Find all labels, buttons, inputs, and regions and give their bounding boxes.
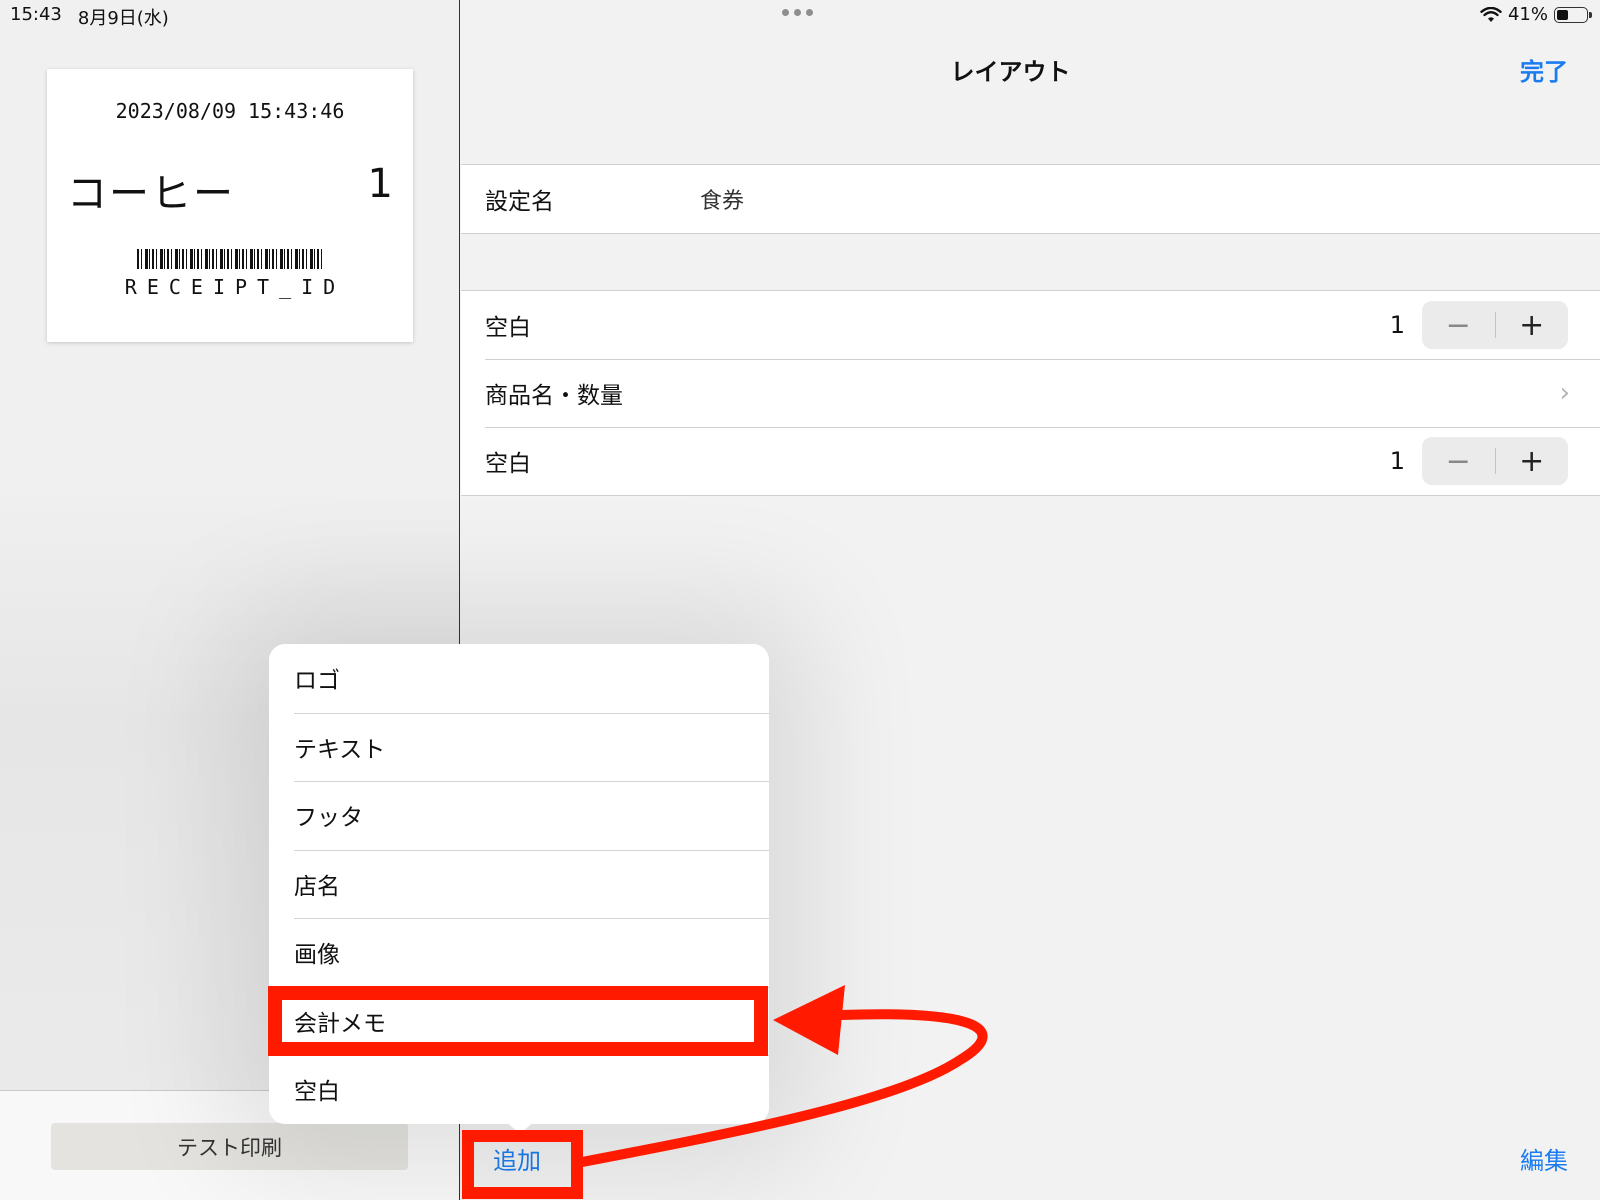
screen: 2023/08/09 15:43:46 コーヒー 1 RECEIPT_ID テス… — [0, 0, 1600, 1200]
menu-item-accounting-memo[interactable]: 会計メモ — [269, 986, 769, 1056]
layout-row-blank-top[interactable]: 空白 1 − + — [461, 291, 1600, 359]
wifi-icon — [1480, 6, 1502, 22]
settings-name-section: 設定名 食券 — [461, 164, 1600, 234]
status-date: 8月9日(水) — [77, 8, 169, 29]
blank-lines-stepper[interactable]: − + — [1422, 437, 1568, 485]
layout-row-label: 空白 — [485, 451, 531, 477]
done-button[interactable]: 完了 — [1520, 52, 1568, 87]
chevron-right-icon: › — [1559, 378, 1570, 408]
barcode-image — [137, 249, 323, 269]
battery-percent: 41% — [1507, 4, 1548, 25]
test-print-button[interactable]: テスト印刷 — [51, 1123, 408, 1170]
layout-row-label: 空白 — [485, 315, 531, 341]
menu-item-blank[interactable]: 空白 — [269, 1055, 769, 1124]
multitasking-dots-icon[interactable] — [782, 9, 813, 16]
edit-button[interactable]: 編集 — [1520, 1141, 1568, 1176]
menu-item-image[interactable]: 画像 — [269, 918, 769, 987]
layout-row-label: 商品名・数量 — [485, 383, 623, 409]
layout-row-blank-bottom[interactable]: 空白 1 − + — [461, 427, 1600, 495]
settings-name-row[interactable]: 設定名 食券 — [461, 165, 1600, 233]
layout-row-product-quantity[interactable]: 商品名・数量 › — [461, 359, 1600, 427]
plus-icon[interactable]: + — [1496, 301, 1569, 349]
status-time: 15:43 — [10, 4, 62, 25]
page-title: レイアウト — [950, 58, 1071, 86]
layout-row-value: 1 — [1389, 311, 1405, 339]
add-item-menu: ロゴ テキスト フッタ 店名 画像 会計メモ 空白 — [269, 644, 769, 1124]
receipt-quantity: 1 — [367, 161, 393, 207]
receipt-datetime: 2023/08/09 15:43:46 — [115, 99, 345, 123]
plus-icon[interactable]: + — [1496, 437, 1569, 485]
menu-item-footer[interactable]: フッタ — [269, 781, 769, 850]
receipt-preview-card: 2023/08/09 15:43:46 コーヒー 1 RECEIPT_ID — [47, 69, 413, 342]
layout-items-section: 空白 1 − + 商品名・数量 › 空白 1 − + — [461, 290, 1600, 496]
battery-icon — [1554, 6, 1592, 23]
battery-level — [1557, 9, 1568, 20]
receipt-id: RECEIPT_ID — [124, 275, 346, 299]
layout-row-value: 1 — [1389, 447, 1405, 475]
menu-item-text[interactable]: テキスト — [269, 712, 769, 782]
menu-item-store-name[interactable]: 店名 — [269, 849, 769, 919]
menu-item-logo[interactable]: ロゴ — [269, 644, 769, 713]
settings-name-value: 食券 — [700, 189, 745, 214]
minus-icon[interactable]: − — [1422, 437, 1495, 485]
blank-lines-stepper[interactable]: − + — [1422, 301, 1568, 349]
settings-name-label: 設定名 — [485, 189, 554, 215]
add-button[interactable]: 追加 — [493, 1141, 541, 1176]
status-bar-right: 41% — [1480, 4, 1592, 25]
receipt-product-name: コーヒー — [67, 171, 235, 217]
minus-icon[interactable]: − — [1422, 301, 1495, 349]
status-bar-left: 15:43 8月9日(水) — [10, 4, 169, 30]
